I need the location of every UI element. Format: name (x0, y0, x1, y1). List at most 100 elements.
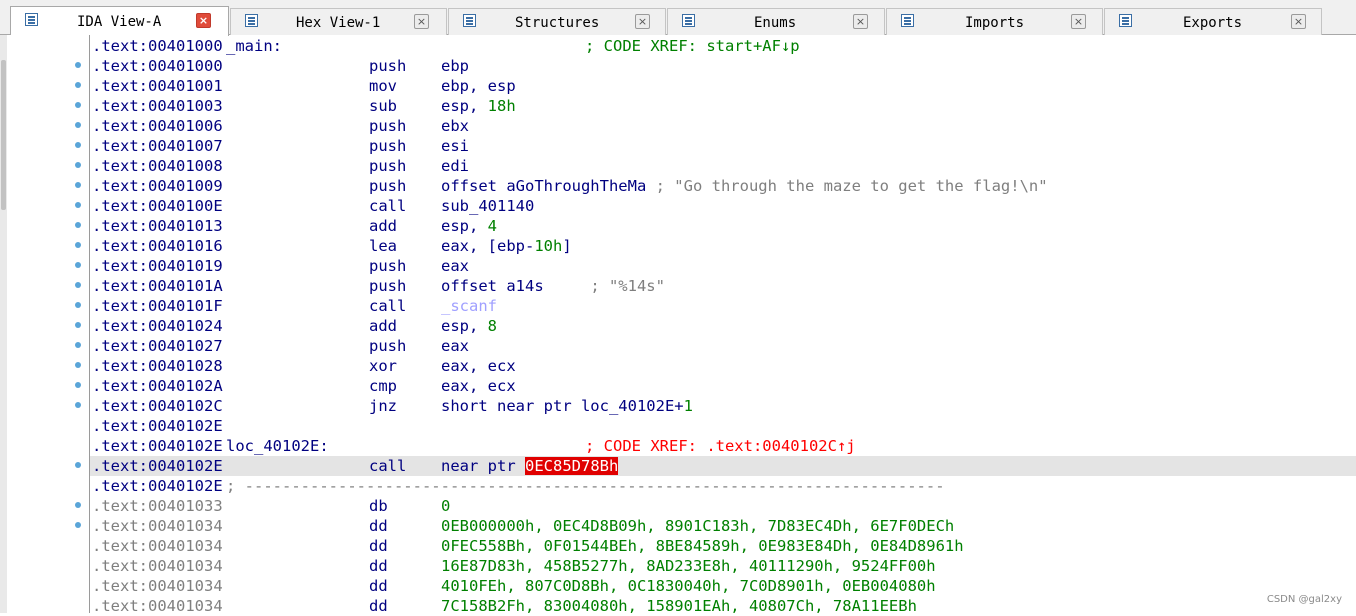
operand-token[interactable]: offset a14s (441, 277, 544, 295)
operands[interactable]: eax (441, 256, 469, 276)
mnemonic[interactable]: xor (369, 356, 397, 376)
mnemonic[interactable]: mov (369, 76, 397, 96)
listing-line[interactable]: .text:00401034 dd 4010FEh, 807C0D8Bh, 0C18… (90, 576, 1356, 596)
operands[interactable]: edi (441, 156, 469, 176)
close-icon[interactable]: × (1291, 14, 1306, 29)
xref-comment[interactable]: ; CODE XREF: .text:0040102C↑j (585, 436, 856, 456)
listing-line[interactable]: .text:00401000 _main: ; CODE XREF: start+A… (90, 36, 1356, 56)
operand-token[interactable]: esp, (441, 317, 488, 335)
operand-token[interactable]: 7C158B2Fh, 83004080h, 158901EAh, 40807Ch… (441, 597, 917, 615)
mnemonic[interactable]: call (369, 296, 406, 316)
operand-token[interactable]: eax, ecx (441, 377, 516, 395)
breakpoint-marker[interactable] (75, 402, 81, 408)
operands[interactable]: 0 (441, 496, 450, 516)
code-label[interactable]: _main: (226, 36, 282, 56)
current-listing-line[interactable]: .text:0040102E call near ptr 0EC85D78Bh (90, 456, 1356, 476)
operands[interactable]: offset aGoThroughTheMa ; "Go through the… (441, 176, 1048, 196)
operands[interactable]: ebp, esp (441, 76, 516, 96)
mnemonic[interactable]: dd (369, 556, 388, 576)
breakpoint-marker[interactable] (75, 122, 81, 128)
mnemonic[interactable]: cmp (369, 376, 397, 396)
mnemonic[interactable]: dd (369, 596, 388, 616)
listing-line[interactable]: .text:00401008 push edi (90, 156, 1356, 176)
operands[interactable]: 0FEC558Bh, 0F01544BEh, 8BE84589h, 0E983E… (441, 536, 964, 556)
tab-enums[interactable]: Enums × (667, 8, 885, 35)
listing-line[interactable]: .text:00401034 dd 7C158B2Fh, 83004080h, 15… (90, 596, 1356, 616)
mnemonic[interactable]: dd (369, 576, 388, 596)
listing-line[interactable]: .text:0040102E loc_40102E: ; CODE XREF: .t… (90, 436, 1356, 456)
operands[interactable]: esp, 8 (441, 316, 497, 336)
operands[interactable]: 7C158B2Fh, 83004080h, 158901EAh, 40807Ch… (441, 596, 917, 616)
breakpoint-marker[interactable] (75, 242, 81, 248)
operands[interactable]: eax, ecx (441, 356, 516, 376)
listing-line[interactable]: .text:0040102E; ------------------------… (90, 476, 1356, 496)
operand-token[interactable]: eax, ecx (441, 357, 516, 375)
operands[interactable]: sub_401140 (441, 196, 534, 216)
breakpoint-marker[interactable] (75, 82, 81, 88)
breakpoint-marker[interactable] (75, 362, 81, 368)
listing-line[interactable]: .text:00401028 xor eax, ecx (90, 356, 1356, 376)
operand-token[interactable]: offset aGoThroughTheMa (441, 177, 646, 195)
operands[interactable]: eax (441, 336, 469, 356)
operands[interactable]: ebp (441, 56, 469, 76)
listing-line[interactable]: .text:00401000 push ebp (90, 56, 1356, 76)
mnemonic[interactable]: db (369, 496, 388, 516)
close-icon[interactable]: × (635, 14, 650, 29)
mnemonic[interactable]: push (369, 256, 406, 276)
close-icon[interactable]: × (196, 13, 211, 28)
listing-line[interactable]: .text:00401034 dd 0EB000000h, 0EC4D8B09h, … (90, 516, 1356, 536)
operand-token[interactable]: short near ptr loc_40102E+ (441, 397, 684, 415)
operands[interactable]: offset a14s ; "%14s" (441, 276, 665, 296)
mnemonic[interactable]: push (369, 56, 406, 76)
operands[interactable]: esp, 4 (441, 216, 497, 236)
breakpoint-marker[interactable] (75, 102, 81, 108)
operand-token[interactable]: 8 (488, 317, 497, 335)
operand-token[interactable]: ebp (441, 57, 469, 75)
operand-token[interactable]: _scanf (441, 297, 497, 315)
operand-token[interactable]: ebp, esp (441, 77, 516, 95)
operand-token[interactable]: eax, [ebp- (441, 237, 534, 255)
operands[interactable]: 0EB000000h, 0EC4D8B09h, 8901C183h, 7D83E… (441, 516, 954, 536)
operands[interactable]: near ptr 0EC85D78Bh (441, 456, 619, 476)
listing-line[interactable]: .text:00401034 dd 16E87D83h, 458B5277h, 8A… (90, 556, 1356, 576)
code-label[interactable]: loc_40102E: (226, 436, 329, 456)
operands[interactable]: esi (441, 136, 469, 156)
tab-ida-view-a[interactable]: IDA View-A × (10, 6, 229, 36)
mnemonic[interactable]: dd (369, 516, 388, 536)
mnemonic[interactable]: lea (369, 236, 397, 256)
operand-token[interactable]: esi (441, 137, 469, 155)
tab-hex-view-1[interactable]: Hex View-1 × (230, 8, 447, 35)
operands[interactable]: short near ptr loc_40102E+1 (441, 396, 693, 416)
operand-token[interactable]: near ptr (441, 457, 525, 475)
mnemonic[interactable]: push (369, 336, 406, 356)
operand-token[interactable]: 0EB000000h, 0EC4D8B09h, 8901C183h, 7D83E… (441, 517, 954, 535)
listing-line[interactable]: .text:00401024 add esp, 8 (90, 316, 1356, 336)
tab-exports[interactable]: Exports × (1104, 8, 1322, 35)
listing-line[interactable]: .text:00401009 push offset aGoThroughTheMa… (90, 176, 1356, 196)
mnemonic[interactable]: push (369, 156, 406, 176)
mnemonic[interactable]: call (369, 456, 406, 476)
breakpoint-marker[interactable] (75, 322, 81, 328)
breakpoint-marker[interactable] (75, 522, 81, 528)
listing-line[interactable]: .text:0040101A push offset a14s ; "%14s" (90, 276, 1356, 296)
listing-line[interactable]: .text:00401013 add esp, 4 (90, 216, 1356, 236)
listing-line[interactable]: .text:0040102C jnz short near ptr loc_4010… (90, 396, 1356, 416)
operand-token[interactable]: ] (562, 237, 571, 255)
mnemonic[interactable]: jnz (369, 396, 397, 416)
vertical-scrollbar[interactable] (0, 35, 7, 613)
invalid-target-highlight[interactable]: 0EC85D78Bh (525, 457, 619, 475)
operands[interactable]: eax, ecx (441, 376, 516, 396)
breakpoint-marker[interactable] (75, 502, 81, 508)
mnemonic[interactable]: sub (369, 96, 397, 116)
operands[interactable]: esp, 18h (441, 96, 516, 116)
breakpoint-marker[interactable] (75, 282, 81, 288)
mnemonic[interactable]: push (369, 176, 406, 196)
breakpoint-marker[interactable] (75, 342, 81, 348)
close-icon[interactable]: × (853, 14, 868, 29)
operands[interactable]: _scanf (441, 296, 497, 316)
operands[interactable]: ebx (441, 116, 469, 136)
operand-token[interactable]: esp, (441, 217, 488, 235)
listing-line[interactable]: .text:00401033 db 0 (90, 496, 1356, 516)
listing-line[interactable]: .text:00401016 lea eax, [ebp-10h] (90, 236, 1356, 256)
operand-token[interactable]: esp, (441, 97, 488, 115)
